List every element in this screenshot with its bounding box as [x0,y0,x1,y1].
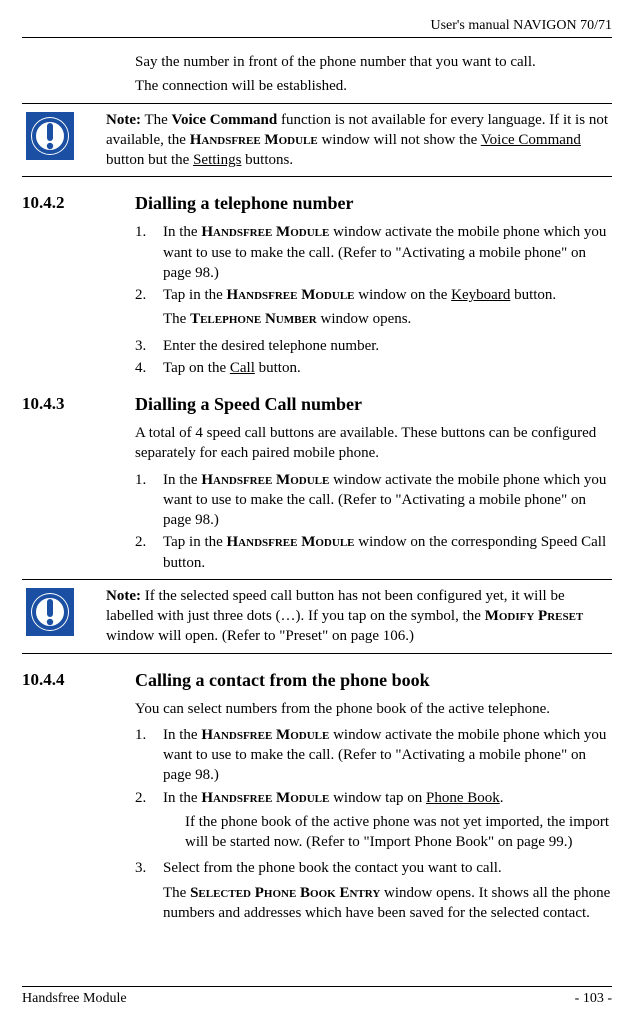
section-intro: You can select numbers from the phone bo… [135,699,612,719]
item-number: 1. [135,725,163,786]
item-number: 4. [135,358,163,378]
item-number: 2. [135,285,163,334]
handsfree-module-label: Handsfree Module [227,534,355,550]
footer-left: Handsfree Module [22,991,127,1007]
alert-icon [26,588,74,636]
note-label: Note: [106,112,141,128]
item-number: 2. [135,788,163,857]
item-number: 3. [135,858,163,927]
section-title: Dialling a Speed Call number [135,394,362,415]
section-1043: 10.4.3 Dialling a Speed Call number [22,394,612,415]
item-number: 3. [135,336,163,356]
section-number: 10.4.4 [22,670,135,691]
settings-button-ref: Settings [193,152,241,168]
list-item: 3. Select from the phone book the contac… [135,858,612,927]
note-block-2: Note: If the selected speed call button … [22,586,612,647]
page-number: - 103 - [575,991,612,1007]
section-intro: A total of 4 speed call buttons are avai… [135,423,612,464]
section-number: 10.4.3 [22,394,135,415]
intro-line-2: The connection will be established. [135,76,612,96]
note-text-1: Note: The Voice Command function is not … [106,110,612,171]
list-item: 2. Tap in the Handsfree Module window on… [135,532,612,573]
section-title: Dialling a telephone number [135,193,354,214]
item-number: 2. [135,532,163,573]
selected-entry-label: Selected Phone Book Entry [190,885,380,901]
intro-line-1: Say the number in front of the phone num… [135,52,612,72]
list-item: 1. In the Handsfree Module window activa… [135,470,612,531]
list-item: 1. In the Handsfree Module window activa… [135,725,612,786]
sub-note: If the phone book of the active phone wa… [185,812,612,853]
divider [22,579,612,580]
note-text-2: Note: If the selected speed call button … [106,586,612,647]
keyboard-button-ref: Keyboard [451,287,510,303]
section-1042: 10.4.2 Dialling a telephone number [22,193,612,214]
item-number: 1. [135,470,163,531]
phone-book-ref: Phone Book [426,790,500,806]
voice-command-bold: Voice Command [172,112,278,128]
section-number: 10.4.2 [22,193,135,214]
handsfree-module-label: Handsfree Module [227,287,355,303]
section-1044: 10.4.4 Calling a contact from the phone … [22,670,612,691]
call-button-ref: Call [230,360,255,376]
page-footer: Handsfree Module - 103 - [22,986,612,1007]
list-item: 3. Enter the desired telephone number. [135,336,612,356]
divider [22,176,612,177]
handsfree-module-label: Handsfree Module [190,132,318,148]
handsfree-module-label: Handsfree Module [201,727,329,743]
modify-preset-label: Modify Preset [485,608,584,624]
telephone-number-label: Telephone Number [190,311,317,327]
manual-title: User's manual NAVIGON 70/71 [430,18,612,33]
alert-icon [26,112,74,160]
note-label: Note: [106,588,141,604]
voice-command-button-ref: Voice Command [481,132,581,148]
list-item: 2. Tap in the Handsfree Module window on… [135,285,612,334]
item-number: 1. [135,222,163,283]
handsfree-module-label: Handsfree Module [201,224,329,240]
page-header: User's manual NAVIGON 70/71 [22,18,612,38]
handsfree-module-label: Handsfree Module [201,790,329,806]
list-item: 4. Tap on the Call button. [135,358,612,378]
handsfree-module-label: Handsfree Module [201,472,329,488]
note-block-1: Note: The Voice Command function is not … [22,110,612,171]
list-item: 2. In the Handsfree Module window tap on… [135,788,612,857]
divider [22,103,612,104]
divider [22,653,612,654]
list-item: 1. In the Handsfree Module window activa… [135,222,612,283]
section-title: Calling a contact from the phone book [135,670,430,691]
